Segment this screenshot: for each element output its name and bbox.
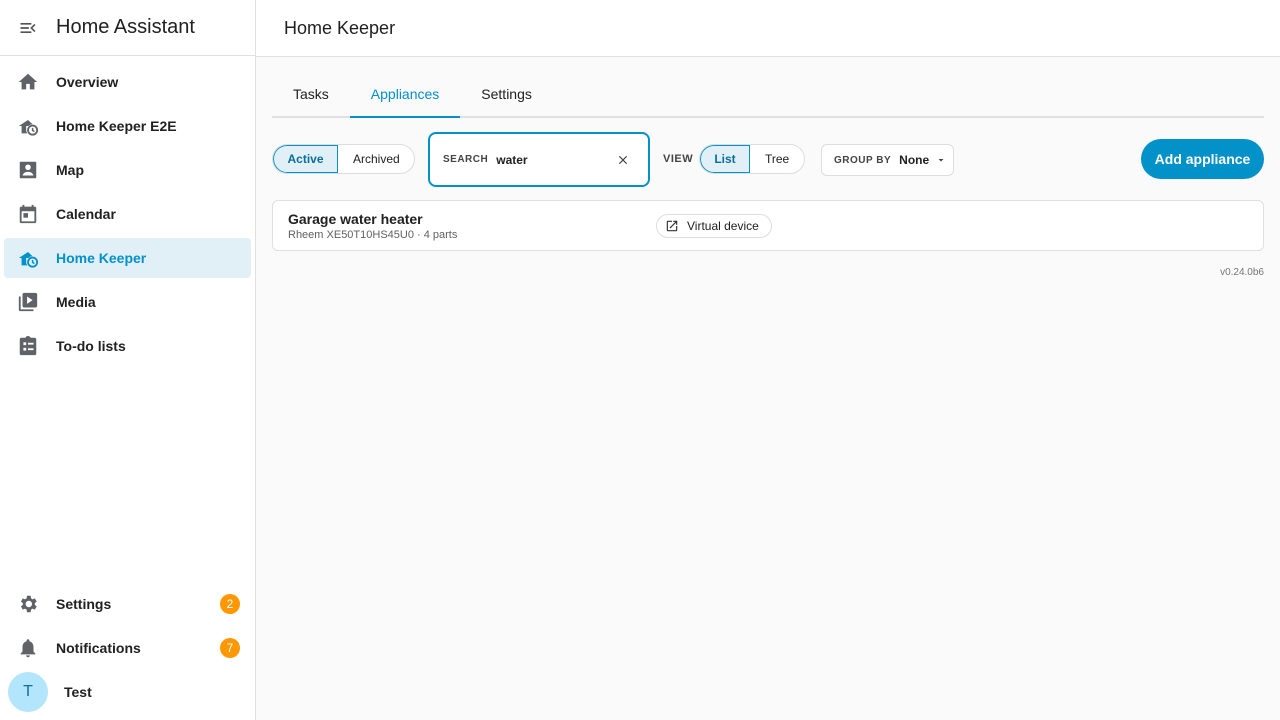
home-clock-icon bbox=[4, 115, 52, 137]
group-by-label: GROUP BY bbox=[834, 154, 892, 166]
sidebar-item-map[interactable]: Map bbox=[4, 150, 251, 190]
todo-icon bbox=[4, 335, 52, 357]
sidebar-item-label: Calendar bbox=[56, 206, 116, 222]
calendar-icon bbox=[4, 203, 52, 225]
media-icon bbox=[4, 291, 52, 313]
home-icon bbox=[4, 71, 52, 93]
status-filter: Active Archived bbox=[272, 144, 415, 174]
notifications-badge: 7 bbox=[220, 638, 240, 658]
app-title: Home Assistant bbox=[56, 16, 195, 38]
device-chip-label: Virtual device bbox=[687, 219, 759, 233]
menu-collapse-button[interactable] bbox=[0, 0, 56, 56]
sidebar-item-media[interactable]: Media bbox=[4, 282, 251, 322]
clear-search-icon[interactable] bbox=[616, 153, 630, 172]
tab-bar: Tasks Appliances Settings bbox=[272, 72, 1264, 118]
avatar: T bbox=[8, 672, 48, 712]
filter-active-button[interactable]: Active bbox=[273, 145, 338, 173]
tab-tasks[interactable]: Tasks bbox=[272, 72, 350, 116]
tab-settings[interactable]: Settings bbox=[460, 72, 553, 116]
sidebar-bottom: Settings 2 Notifications 7 T Test bbox=[0, 584, 256, 712]
bell-icon bbox=[4, 637, 52, 659]
search-field[interactable]: SEARCH bbox=[428, 132, 650, 187]
dropdown-arrow-icon bbox=[938, 159, 944, 162]
view-toggle: List Tree bbox=[699, 144, 805, 174]
gear-icon bbox=[4, 593, 52, 615]
sidebar-user[interactable]: T Test bbox=[0, 672, 256, 712]
open-in-new-icon bbox=[666, 220, 678, 232]
map-icon bbox=[4, 159, 52, 181]
search-input[interactable] bbox=[496, 152, 607, 167]
sidebar-item-overview[interactable]: Overview bbox=[4, 62, 251, 102]
appliance-toolbar: Active Archived SEARCH VIEW List Tree GR… bbox=[272, 132, 1264, 188]
sidebar-nav: Overview Home Keeper E2E Map Calendar Ho… bbox=[0, 56, 255, 366]
search-label: SEARCH bbox=[443, 154, 489, 165]
sidebar-item-label: To-do lists bbox=[56, 338, 126, 354]
group-by-select[interactable]: GROUP BY None bbox=[821, 144, 954, 176]
settings-badge: 2 bbox=[220, 594, 240, 614]
tab-appliances[interactable]: Appliances bbox=[349, 72, 461, 118]
view-list-button[interactable]: List bbox=[700, 145, 750, 173]
menu-open-icon bbox=[20, 22, 36, 33]
user-name: Test bbox=[64, 684, 92, 700]
filter-archived-button[interactable]: Archived bbox=[338, 145, 414, 173]
device-chip[interactable]: Virtual device bbox=[656, 214, 772, 238]
sidebar-item-settings[interactable]: Settings 2 bbox=[4, 584, 252, 624]
sidebar-item-label: Map bbox=[56, 162, 84, 178]
group-by-value: None bbox=[899, 153, 930, 167]
sidebar: Home Assistant Overview Home Keeper E2E … bbox=[0, 0, 256, 720]
home-clock-icon bbox=[4, 247, 52, 269]
view-tree-button[interactable]: Tree bbox=[750, 145, 804, 173]
view-label: VIEW bbox=[663, 153, 694, 165]
sidebar-item-label: Notifications bbox=[56, 640, 141, 656]
sidebar-item-home-keeper-e2e[interactable]: Home Keeper E2E bbox=[4, 106, 251, 146]
sidebar-item-label: Settings bbox=[56, 596, 112, 612]
add-appliance-button[interactable]: Add appliance bbox=[1141, 139, 1264, 179]
sidebar-header: Home Assistant bbox=[0, 0, 255, 56]
appliance-name: Garage water heater bbox=[288, 211, 423, 227]
top-bar: Home Keeper bbox=[256, 0, 1280, 57]
sidebar-item-label: Home Keeper E2E bbox=[56, 118, 177, 134]
appliance-card[interactable]: Garage water heater Rheem XE50T10HS45U0 … bbox=[272, 200, 1264, 251]
sidebar-item-label: Media bbox=[56, 294, 96, 310]
sidebar-item-todo-lists[interactable]: To-do lists bbox=[4, 326, 251, 366]
appliance-subtitle: Rheem XE50T10HS45U0 · 4 parts bbox=[288, 229, 458, 241]
page-title: Home Keeper bbox=[284, 17, 396, 38]
sidebar-item-home-keeper[interactable]: Home Keeper bbox=[4, 238, 251, 278]
main-content: Tasks Appliances Settings Active Archive… bbox=[272, 72, 1264, 278]
sidebar-item-label: Overview bbox=[56, 74, 119, 90]
sidebar-item-notifications[interactable]: Notifications 7 bbox=[4, 628, 252, 668]
sidebar-item-calendar[interactable]: Calendar bbox=[4, 194, 251, 234]
sidebar-item-label: Home Keeper bbox=[56, 250, 147, 266]
version-label: v0.24.0b6 bbox=[1220, 267, 1264, 278]
